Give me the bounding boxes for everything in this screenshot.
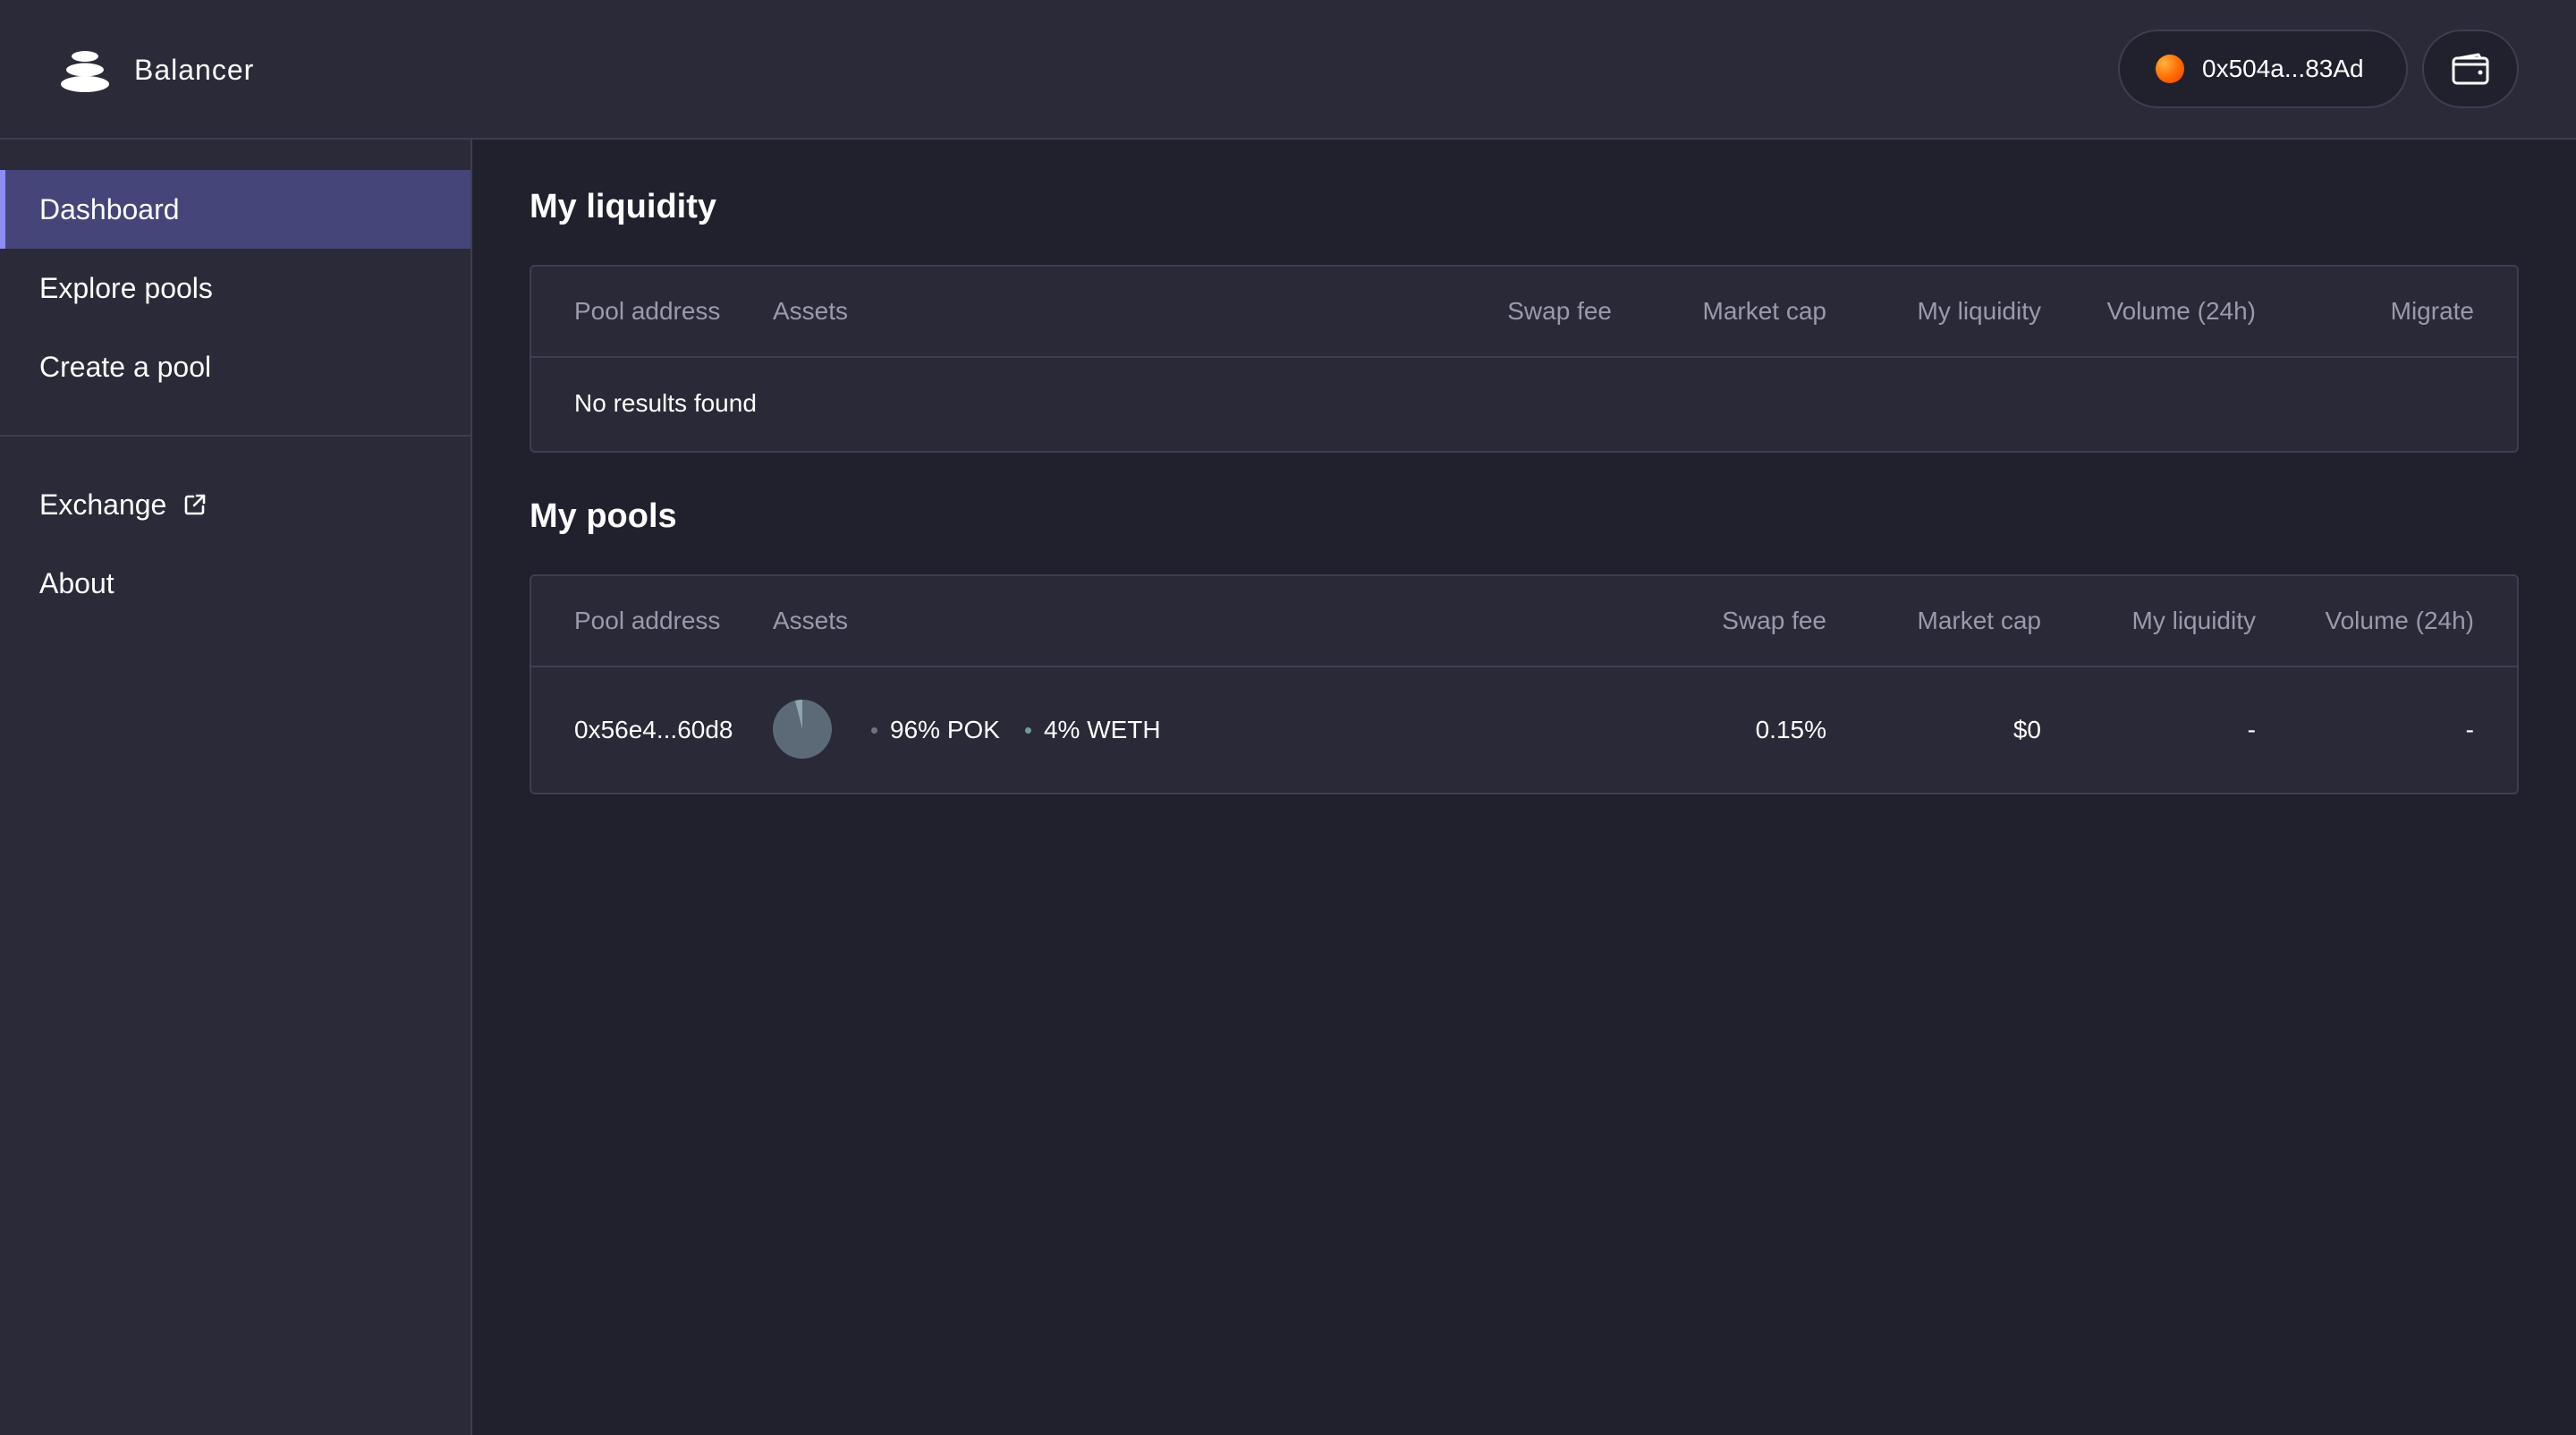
sidebar-item-about[interactable]: About: [0, 544, 470, 623]
app-root: Balancer 0x504a...83Ad Dashboard Explore…: [0, 0, 2576, 1435]
pool-asset-pie-chart: [773, 700, 832, 759]
sidebar-item-label: Dashboard: [39, 192, 180, 225]
my-pools-title: My pools: [530, 497, 677, 535]
asset-label: 96% POK: [890, 716, 1000, 743]
sidebar-item-label: Exchange: [39, 488, 167, 521]
swap-fee-value: 0.15%: [1755, 716, 1826, 743]
account-button[interactable]: 0x504a...83Ad: [2118, 30, 2408, 108]
column-header-pool-address[interactable]: Pool address: [574, 576, 720, 666]
sidebar-item-label: Explore pools: [39, 271, 213, 304]
sidebar-item-explore-pools[interactable]: Explore pools: [0, 249, 470, 327]
sidebar-item-dashboard[interactable]: Dashboard: [0, 170, 470, 249]
balancer-logo-icon: [61, 51, 109, 92]
asset-list: 96% POK 4% WETH: [871, 667, 1186, 793]
column-header-market-cap[interactable]: Market cap: [1918, 576, 2042, 666]
sidebar: Dashboard Explore pools Create a pool Ex…: [0, 140, 472, 1435]
column-header-volume-24h[interactable]: Volume (24h): [2106, 267, 2256, 356]
table-header: Pool address Assets Swap fee Market cap …: [531, 576, 2517, 667]
table-header: Pool address Assets Swap fee Market cap …: [531, 267, 2517, 358]
table-row[interactable]: 0x56e4...60d8 96% POK 4% WETH 0.15% $0 -…: [531, 667, 2517, 793]
column-header-market-cap[interactable]: Market cap: [1703, 267, 1827, 356]
wallet-icon: [2452, 53, 2489, 85]
column-header-assets[interactable]: Assets: [773, 267, 848, 356]
my-liquidity-value: -: [2247, 716, 2256, 743]
sidebar-item-exchange[interactable]: Exchange: [0, 465, 470, 544]
wallet-button[interactable]: [2422, 30, 2519, 108]
brand[interactable]: Balancer: [59, 47, 254, 93]
pool-address[interactable]: 0x56e4...60d8: [574, 667, 733, 793]
column-header-swap-fee[interactable]: Swap fee: [1507, 267, 1612, 356]
asset-color-dot: [1024, 726, 1031, 734]
asset-color-dot: [871, 726, 877, 734]
top-header: Balancer 0x504a...83Ad: [0, 0, 2576, 140]
column-header-pool-address[interactable]: Pool address: [574, 267, 720, 356]
my-liquidity-title: My liquidity: [530, 188, 716, 225]
market-cap-value: $0: [2012, 716, 2041, 743]
my-liquidity-table: Pool address Assets Swap fee Market cap …: [530, 265, 2519, 453]
column-header-swap-fee[interactable]: Swap fee: [1722, 576, 1826, 666]
sidebar-item-label: Create a pool: [39, 350, 212, 383]
column-header-my-liquidity[interactable]: My liquidity: [2132, 576, 2256, 666]
account-address: 0x504a...83Ad: [2202, 55, 2364, 82]
column-header-my-liquidity[interactable]: My liquidity: [1918, 267, 2041, 356]
asset-item: 4% WETH: [1024, 716, 1161, 744]
brand-name: Balancer: [134, 53, 255, 86]
asset-label: 4% WETH: [1043, 716, 1161, 743]
external-link-icon: [185, 494, 206, 515]
sidebar-divider: [0, 435, 470, 437]
column-header-migrate[interactable]: Migrate: [2391, 267, 2474, 356]
sidebar-item-create-pool[interactable]: Create a pool: [0, 327, 470, 406]
empty-state-text: No results found: [574, 389, 757, 417]
column-header-assets[interactable]: Assets: [773, 576, 848, 666]
account-avatar: [2156, 55, 2184, 83]
volume-24h-value: -: [2465, 716, 2474, 743]
column-header-volume-24h[interactable]: Volume (24h): [2325, 576, 2474, 666]
asset-item: 96% POK: [871, 716, 1000, 744]
my-pools-table: Pool address Assets Swap fee Market cap …: [530, 574, 2519, 794]
sidebar-item-label: About: [39, 566, 114, 599]
